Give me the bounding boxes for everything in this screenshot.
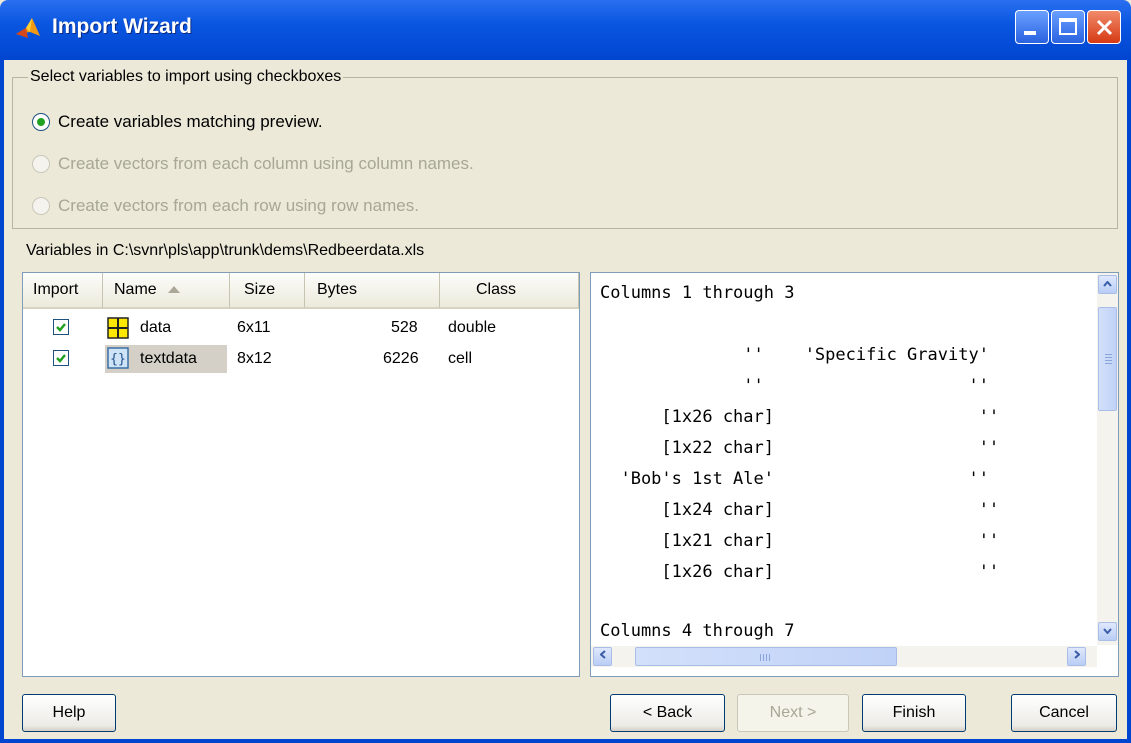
maximize-icon	[1059, 18, 1077, 35]
matrix-icon	[107, 317, 129, 339]
header-label: Bytes	[317, 281, 358, 298]
column-header-size[interactable]: Size	[230, 273, 305, 309]
radio-label: Create vectors from each column using co…	[58, 154, 474, 173]
preview-line: [1x26 char] ''	[600, 562, 1000, 582]
radio-option-rows: Create vectors from each row using row n…	[32, 196, 419, 216]
header-label: Size	[244, 281, 276, 298]
title-bar[interactable]: Import Wizard	[0, 0, 1131, 60]
grip-icon	[760, 654, 761, 661]
chevron-left-icon	[598, 650, 606, 659]
matlab-logo-icon	[16, 18, 40, 38]
window-title: Import Wizard	[52, 15, 192, 38]
variable-name: textdata	[140, 350, 197, 367]
minimize-icon	[1024, 31, 1036, 35]
checkmark-icon	[56, 323, 66, 332]
cell-array-icon: {}	[107, 347, 129, 369]
next-button: Next >	[737, 694, 849, 732]
variables-path-label: Variables in C:\svnr\pls\app\trunk\dems\…	[26, 242, 425, 259]
variable-size: 6x11	[237, 319, 271, 336]
close-icon	[1096, 19, 1113, 36]
preview-line: Columns 4 through 7	[600, 621, 795, 641]
header-label: Class	[476, 281, 517, 298]
scroll-thumb-horizontal[interactable]	[635, 647, 897, 666]
scroll-thumb-vertical[interactable]	[1098, 307, 1117, 411]
preview-line: '' 'Specific Gravity'	[600, 345, 989, 365]
radio-button-disabled	[32, 155, 50, 173]
scroll-up-button[interactable]	[1098, 275, 1117, 294]
preview-line: [1x22 char] ''	[600, 438, 1000, 458]
preview-line: [1x26 char] ''	[600, 407, 1000, 427]
variable-bytes: 6226	[383, 350, 419, 367]
radio-button-selected[interactable]	[32, 113, 50, 131]
import-checkbox[interactable]	[53, 319, 69, 335]
radio-label: Create variables matching preview.	[58, 112, 323, 131]
help-button[interactable]: Help	[22, 694, 116, 732]
minimize-button[interactable]	[1015, 10, 1049, 44]
preview-line: Columns 1 through 3	[600, 283, 795, 303]
scroll-right-button[interactable]	[1067, 647, 1086, 666]
checkmark-icon	[56, 354, 66, 363]
radio-label: Create vectors from each row using row n…	[58, 196, 419, 215]
header-label: Name	[114, 281, 157, 298]
variable-size: 8x12	[237, 350, 272, 367]
column-header-bytes[interactable]: Bytes	[305, 273, 440, 309]
chevron-down-icon	[1103, 628, 1112, 635]
header-label: Import	[33, 281, 79, 298]
radio-button-disabled	[32, 197, 50, 215]
column-header-class[interactable]: Class	[440, 273, 579, 309]
preview-line: '' ''	[600, 376, 989, 396]
chevron-up-icon	[1103, 280, 1112, 287]
back-button[interactable]: < Back	[610, 694, 725, 732]
cancel-button[interactable]: Cancel	[1011, 694, 1117, 732]
variable-name: data	[140, 319, 172, 336]
radio-option-preview[interactable]: Create variables matching preview.	[32, 112, 323, 132]
sort-ascending-icon	[168, 286, 181, 293]
preview-horizontal-scrollbar[interactable]	[591, 646, 1097, 667]
scroll-down-button[interactable]	[1098, 622, 1117, 641]
variables-table[interactable]: Import Name Size Bytes Class data 6x11 5…	[22, 272, 580, 677]
radio-option-columns: Create vectors from each column using co…	[32, 154, 474, 174]
column-header-name[interactable]: Name	[103, 273, 230, 309]
svg-text:{}: {}	[110, 352, 126, 367]
close-button[interactable]	[1087, 10, 1121, 44]
variable-bytes: 528	[391, 319, 418, 336]
preview-line: [1x21 char] ''	[600, 531, 1000, 551]
finish-button[interactable]: Finish	[862, 694, 966, 732]
preview-vertical-scrollbar[interactable]	[1097, 273, 1118, 645]
variable-class: double	[448, 319, 497, 336]
import-checkbox[interactable]	[53, 350, 69, 366]
preview-line: 'Bob's 1st Ale' ''	[600, 469, 989, 489]
group-label: Select variables to import using checkbo…	[28, 68, 344, 86]
chevron-right-icon	[1073, 650, 1081, 659]
column-header-import[interactable]: Import	[23, 273, 103, 309]
grip-icon	[1105, 354, 1112, 355]
variable-class: cell	[448, 350, 473, 367]
preview-line: [1x24 char] ''	[600, 500, 1000, 520]
maximize-button[interactable]	[1051, 10, 1085, 44]
preview-pane[interactable]: Columns 1 through 3 '' 'Specific Gravity…	[590, 272, 1119, 677]
scroll-left-button[interactable]	[593, 647, 612, 666]
